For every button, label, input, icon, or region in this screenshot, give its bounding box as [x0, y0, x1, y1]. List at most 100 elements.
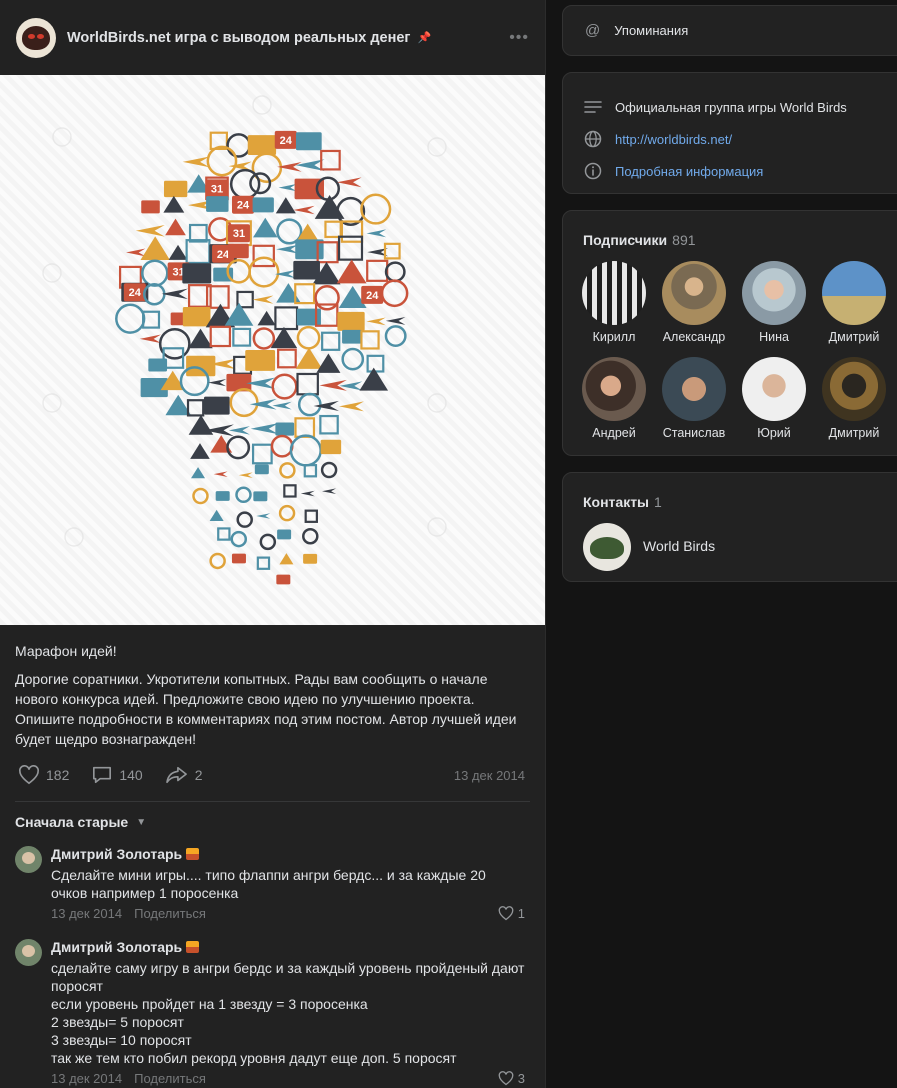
at-sign-icon: @	[585, 22, 601, 39]
comment-text: Сделайте мини игры.... типо флаппи ангри…	[51, 867, 486, 901]
comment-like-button[interactable]: 3	[498, 1071, 525, 1086]
avatar	[662, 357, 726, 421]
plane-icon	[300, 490, 315, 497]
comment-author[interactable]: Дмитрий Золотарь	[51, 844, 525, 864]
commenter-avatar[interactable]	[15, 939, 42, 966]
comment-meta: 13 дек 2014 Поделиться 1	[51, 906, 525, 921]
subscribers-title[interactable]: Подписчики 891	[583, 232, 696, 248]
plane-icon	[252, 295, 274, 304]
subscriber[interactable]: Нина	[734, 261, 814, 344]
comment-share-link[interactable]: Поделиться	[134, 1071, 206, 1086]
arrow-icon	[316, 353, 341, 373]
calendar-number-label: 24	[280, 135, 293, 147]
box-icon	[204, 396, 230, 415]
box-icon	[182, 307, 211, 327]
clock-icon	[229, 387, 259, 418]
clock-icon	[252, 327, 276, 350]
plane-icon	[228, 426, 250, 435]
subscribers-count: 891	[672, 232, 696, 248]
comment: Дмитрий Золотарь сделайте саму игру в ан…	[0, 937, 545, 1086]
calendar-icon	[319, 414, 339, 435]
calendar-icon	[304, 509, 318, 523]
text-lines-icon	[584, 101, 602, 113]
contact-avatar[interactable]	[583, 523, 631, 571]
comments-sort[interactable]: Сначала старые ▼	[0, 802, 545, 830]
calendar-icon	[185, 239, 211, 265]
clock-icon	[279, 462, 296, 479]
box-icon	[276, 574, 291, 585]
box-icon	[186, 355, 216, 377]
comment-author[interactable]: Дмитрий Золотарь	[51, 937, 525, 957]
box-icon	[182, 263, 212, 284]
arrow-icon	[275, 197, 296, 214]
calendar-icon	[366, 259, 389, 282]
group-description: Официальная группа игры World Birds	[615, 99, 847, 115]
commenter-avatar[interactable]	[15, 846, 42, 873]
calendar-icon	[296, 372, 319, 396]
comment-date[interactable]: 13 дек 2014	[51, 1071, 122, 1086]
plane-icon	[250, 423, 279, 435]
share-button[interactable]: 2	[165, 765, 203, 785]
subscriber[interactable]: Дмитрий	[814, 357, 894, 440]
post: WorldBirds.net игра с выводом реальных д…	[0, 0, 546, 1088]
sunset-emoji-icon	[186, 941, 200, 953]
calendar-number-label: 24	[129, 287, 142, 299]
comment-date[interactable]: 13 дек 2014	[51, 906, 122, 921]
sort-label: Сначала старые	[15, 814, 129, 830]
clock-icon	[296, 325, 321, 350]
contacts-title[interactable]: Контакты 1	[583, 494, 662, 510]
calendar-number-label: 24	[237, 200, 250, 212]
clock-icon	[360, 193, 392, 225]
box-icon	[293, 260, 320, 280]
calendar-icon	[303, 464, 318, 478]
calendar-icon	[209, 325, 232, 348]
comment-like-button[interactable]: 1	[498, 906, 525, 921]
globe-icon	[584, 130, 602, 148]
clock-icon	[141, 259, 169, 287]
plane-icon	[278, 183, 297, 192]
subscriber-name: Юрий	[757, 426, 791, 440]
group-avatar[interactable]	[16, 17, 56, 58]
box-icon	[296, 308, 321, 326]
group-name[interactable]: WorldBirds.net игра с выводом реальных д…	[67, 30, 410, 46]
box-icon	[163, 180, 188, 198]
comment-icon	[93, 766, 112, 784]
like-button[interactable]: 182	[18, 765, 69, 785]
subscriber[interactable]: Дмитрий	[814, 261, 894, 344]
clock-icon	[271, 373, 298, 400]
calendar-icon	[320, 149, 341, 171]
subscriber[interactable]: Станислав	[654, 357, 734, 440]
subscriber[interactable]: Александр	[654, 261, 734, 344]
more-info-link[interactable]: Подробная информация	[615, 164, 763, 179]
arrow-icon	[253, 217, 278, 238]
post-header: WorldBirds.net игра с выводом реальных д…	[0, 0, 545, 75]
subscriber[interactable]: Юрий	[734, 357, 814, 440]
calendar-icon	[366, 354, 385, 373]
more-options-icon[interactable]: •••	[509, 29, 529, 47]
contacts-count: 1	[654, 494, 662, 510]
arrow-icon	[191, 467, 206, 479]
contact-name[interactable]: World Birds	[643, 538, 715, 554]
post-image[interactable]: 24 31 24 31 24 31 24 24	[0, 75, 545, 625]
share-count: 2	[194, 767, 203, 783]
subscriber[interactable]: Андрей	[574, 357, 654, 440]
plane-icon	[385, 316, 406, 325]
avatar	[662, 261, 726, 325]
subscriber[interactable]: Кирилл	[574, 261, 654, 344]
share-icon	[165, 766, 187, 784]
post-date[interactable]: 13 дек 2014	[454, 768, 525, 783]
clock-icon	[115, 303, 146, 334]
mentions-card[interactable]: @ Упоминания	[562, 5, 897, 56]
box-icon	[231, 553, 246, 564]
comment-count: 140	[119, 767, 143, 783]
sunset-emoji-icon	[186, 848, 200, 860]
website-link[interactable]: http://worldbirds.net/	[615, 132, 732, 147]
calendar-icon	[294, 417, 316, 438]
comment-button[interactable]: 140	[91, 765, 143, 785]
comment-like-count: 1	[517, 906, 525, 921]
comment: Дмитрий Золотарь Сделайте мини игры.... …	[0, 844, 545, 921]
arrow-icon	[140, 236, 170, 260]
comment-like-count: 3	[517, 1071, 525, 1086]
avatar	[822, 357, 886, 421]
comment-share-link[interactable]: Поделиться	[134, 906, 206, 921]
